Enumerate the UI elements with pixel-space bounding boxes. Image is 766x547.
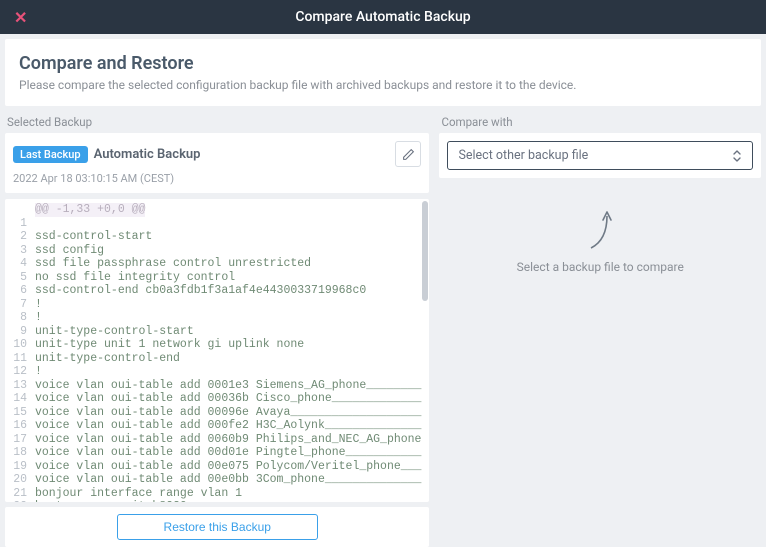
diff-line: 1	[5, 217, 429, 231]
compare-empty-hint: Select a backup file to compare	[517, 260, 684, 274]
line-number: 22	[5, 500, 35, 502]
last-backup-badge: Last Backup	[13, 146, 88, 163]
line-number: 7	[5, 298, 35, 312]
line-number: 18	[5, 446, 35, 460]
diff-line: 4ssd file passphrase control unrestricte…	[5, 257, 429, 271]
backup-name: Automatic Backup	[94, 147, 390, 162]
page-description: Please compare the selected configuratio…	[19, 78, 747, 92]
diff-line: 10unit-type unit 1 network gi uplink non…	[5, 338, 429, 352]
line-content: voice vlan oui-table add 000fe2 H3C_Aoly…	[35, 419, 421, 433]
line-number	[5, 203, 35, 217]
diff-line: 12!	[5, 365, 429, 379]
line-number: 11	[5, 352, 35, 366]
line-number: 1	[5, 217, 35, 231]
diff-line: 11unit-type-control-end	[5, 352, 429, 366]
line-number: 6	[5, 284, 35, 298]
modal-title: Compare Automatic Backup	[295, 9, 470, 25]
line-number: 12	[5, 365, 35, 379]
line-number: 15	[5, 406, 35, 420]
line-content: no ssd file integrity control	[35, 271, 235, 285]
line-content: voice vlan oui-table add 00e075 Polycom/…	[35, 460, 421, 474]
compare-select[interactable]: Select other backup file	[447, 141, 753, 170]
selected-backup-label: Selected Backup	[5, 112, 429, 133]
curved-arrow-icon	[585, 206, 615, 250]
page-title: Compare and Restore	[19, 53, 747, 74]
line-number: 20	[5, 473, 35, 487]
diff-line: 8!	[5, 311, 429, 325]
diff-scroll[interactable]: @@ -1,33 +0,0 @@12ssd-control-start3ssd …	[5, 199, 429, 502]
modal-topbar: ✕ Compare Automatic Backup	[0, 0, 766, 34]
edit-button[interactable]	[395, 141, 421, 167]
line-number: 8	[5, 311, 35, 325]
line-content: voice vlan oui-table add 0001e3 Siemens_…	[35, 379, 421, 393]
compare-empty-state: Select a backup file to compare	[439, 178, 761, 547]
compare-select-placeholder: Select other backup file	[458, 148, 588, 163]
pencil-icon	[402, 148, 415, 161]
line-content: voice vlan oui-table add 00d01e Pingtel_…	[35, 446, 421, 460]
line-number: 14	[5, 392, 35, 406]
compare-with-label: Compare with	[439, 112, 761, 133]
compare-select-card: Select other backup file	[439, 133, 761, 178]
diff-line: 7!	[5, 298, 429, 312]
line-content: bonjour interface range vlan 1	[35, 487, 242, 501]
line-number: 21	[5, 487, 35, 501]
line-content: ssd config	[35, 244, 104, 258]
diff-line: 2ssd-control-start	[5, 230, 429, 244]
diff-line: @@ -1,33 +0,0 @@	[5, 203, 429, 217]
line-content: ssd file passphrase control unrestricted	[35, 257, 311, 271]
header-card: Compare and Restore Please compare the s…	[5, 39, 761, 106]
diff-line: 13voice vlan oui-table add 0001e3 Siemen…	[5, 379, 429, 393]
line-number: 2	[5, 230, 35, 244]
line-content: ssd-control-start	[35, 230, 152, 244]
line-number: 9	[5, 325, 35, 339]
diff-line: 19voice vlan oui-table add 00e075 Polyco…	[5, 460, 429, 474]
diff-panel: @@ -1,33 +0,0 @@12ssd-control-start3ssd …	[5, 199, 429, 502]
line-content: !	[35, 311, 42, 325]
diff-line: 20voice vlan oui-table add 00e0bb 3Com_p…	[5, 473, 429, 487]
line-content: hostname newswitch8230	[35, 500, 187, 502]
line-number: 5	[5, 271, 35, 285]
line-content: unit-type-control-end	[35, 352, 180, 366]
backup-timestamp: 2022 Apr 18 03:10:15 AM (CEST)	[5, 172, 429, 193]
line-content: unit-type unit 1 network gi uplink none	[35, 338, 304, 352]
diff-line: 5no ssd file integrity control	[5, 271, 429, 285]
line-content: voice vlan oui-table add 00096e Avaya___…	[35, 406, 421, 420]
diff-line: 21bonjour interface range vlan 1	[5, 487, 429, 501]
diff-line: 6ssd-control-end cb0a3fdb1f3a1af4e443003…	[5, 284, 429, 298]
line-content: !	[35, 298, 42, 312]
scrollbar[interactable]	[422, 201, 428, 301]
line-content: voice vlan oui-table add 0060b9 Philips_…	[35, 433, 421, 447]
line-number: 17	[5, 433, 35, 447]
line-content: unit-type-control-start	[35, 325, 194, 339]
line-number: 10	[5, 338, 35, 352]
line-content: ssd-control-end cb0a3fdb1f3a1af4e4430033…	[35, 284, 366, 298]
line-content: voice vlan oui-table add 00e0bb 3Com_pho…	[35, 473, 421, 487]
line-number: 4	[5, 257, 35, 271]
line-content: @@ -1,33 +0,0 @@	[35, 203, 145, 217]
diff-line: 18voice vlan oui-table add 00d01e Pingte…	[5, 446, 429, 460]
diff-line: 14voice vlan oui-table add 00036b Cisco_…	[5, 392, 429, 406]
line-number: 13	[5, 379, 35, 393]
line-number: 16	[5, 419, 35, 433]
diff-line: 9unit-type-control-start	[5, 325, 429, 339]
chevron-updown-icon	[732, 149, 742, 163]
selected-backup-card: Last Backup Automatic Backup 2022 Apr 18…	[5, 133, 429, 193]
line-content: voice vlan oui-table add 00036b Cisco_ph…	[35, 392, 421, 406]
diff-line: 16voice vlan oui-table add 000fe2 H3C_Ao…	[5, 419, 429, 433]
line-content: !	[35, 365, 42, 379]
close-icon[interactable]: ✕	[0, 8, 41, 27]
restore-button[interactable]: Restore this Backup	[117, 514, 318, 540]
diff-line: 3ssd config	[5, 244, 429, 258]
diff-line: 17voice vlan oui-table add 0060b9 Philip…	[5, 433, 429, 447]
diff-line: 22hostname newswitch8230	[5, 500, 429, 502]
restore-bar: Restore this Backup	[5, 507, 429, 547]
line-number: 3	[5, 244, 35, 258]
diff-line: 15voice vlan oui-table add 00096e Avaya_…	[5, 406, 429, 420]
line-number: 19	[5, 460, 35, 474]
